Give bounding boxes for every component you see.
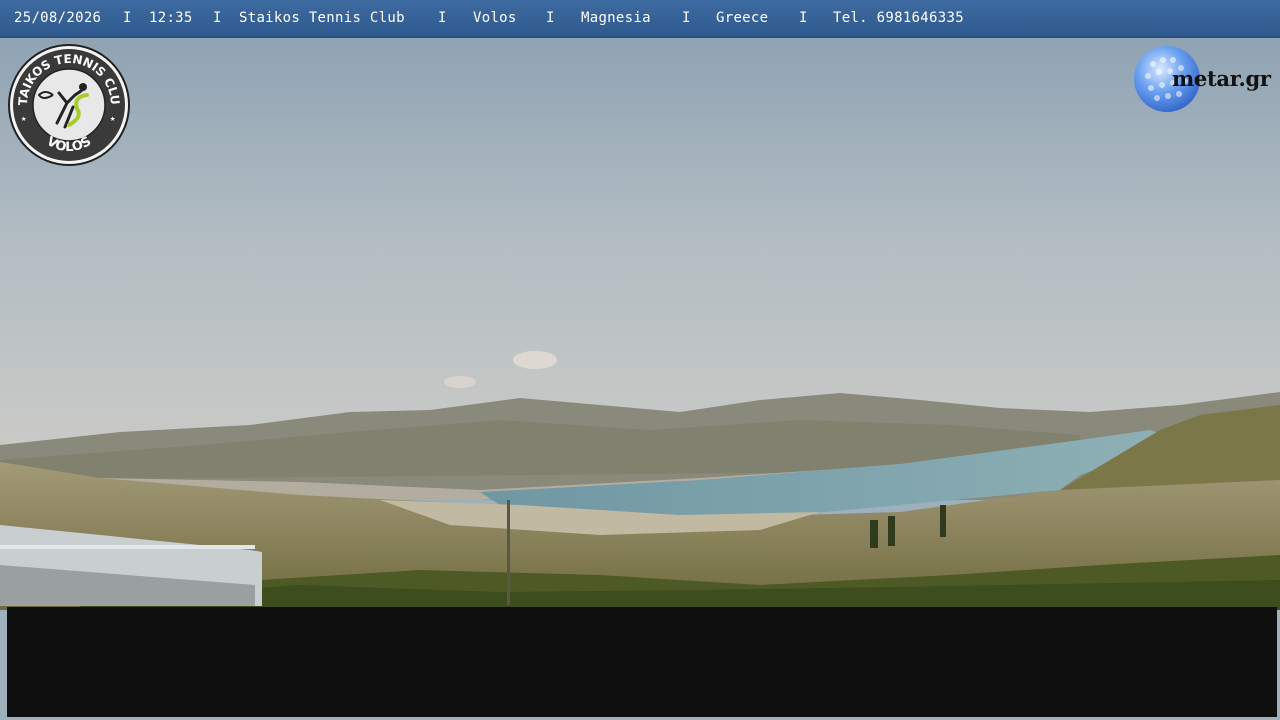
date-text: 25/08/2026	[14, 10, 102, 26]
city-text: Volos	[473, 10, 517, 26]
info-bar: 25/08/2026 I 12:35 I Staikos Tennis Club…	[0, 0, 1280, 38]
pole	[507, 500, 510, 605]
star-icon: ★	[110, 114, 116, 124]
separator: I	[123, 10, 132, 26]
club-logo: STAIKOS TENNIS CLUB VOLOS ★ ★	[7, 43, 130, 166]
separator: I	[799, 10, 808, 26]
separator: I	[438, 10, 447, 26]
phone-text: Tel. 6981646335	[833, 10, 964, 26]
cypress-tree	[940, 505, 946, 537]
cloud	[513, 351, 557, 369]
cypress-tree	[888, 516, 895, 546]
region-text: Magnesia	[581, 10, 651, 26]
black-overlay-box	[7, 607, 1277, 717]
star-icon: ★	[21, 114, 27, 124]
separator: I	[682, 10, 691, 26]
metar-logo-text: metar.gr	[1172, 66, 1271, 91]
club-name-text: Staikos Tennis Club	[239, 10, 405, 26]
railing-bar	[0, 545, 255, 549]
separator: I	[546, 10, 555, 26]
country-text: Greece	[716, 10, 769, 26]
separator: I	[213, 10, 222, 26]
time-text: 12:35	[149, 10, 193, 26]
cloud	[444, 376, 476, 388]
cypress-tree	[870, 520, 878, 548]
